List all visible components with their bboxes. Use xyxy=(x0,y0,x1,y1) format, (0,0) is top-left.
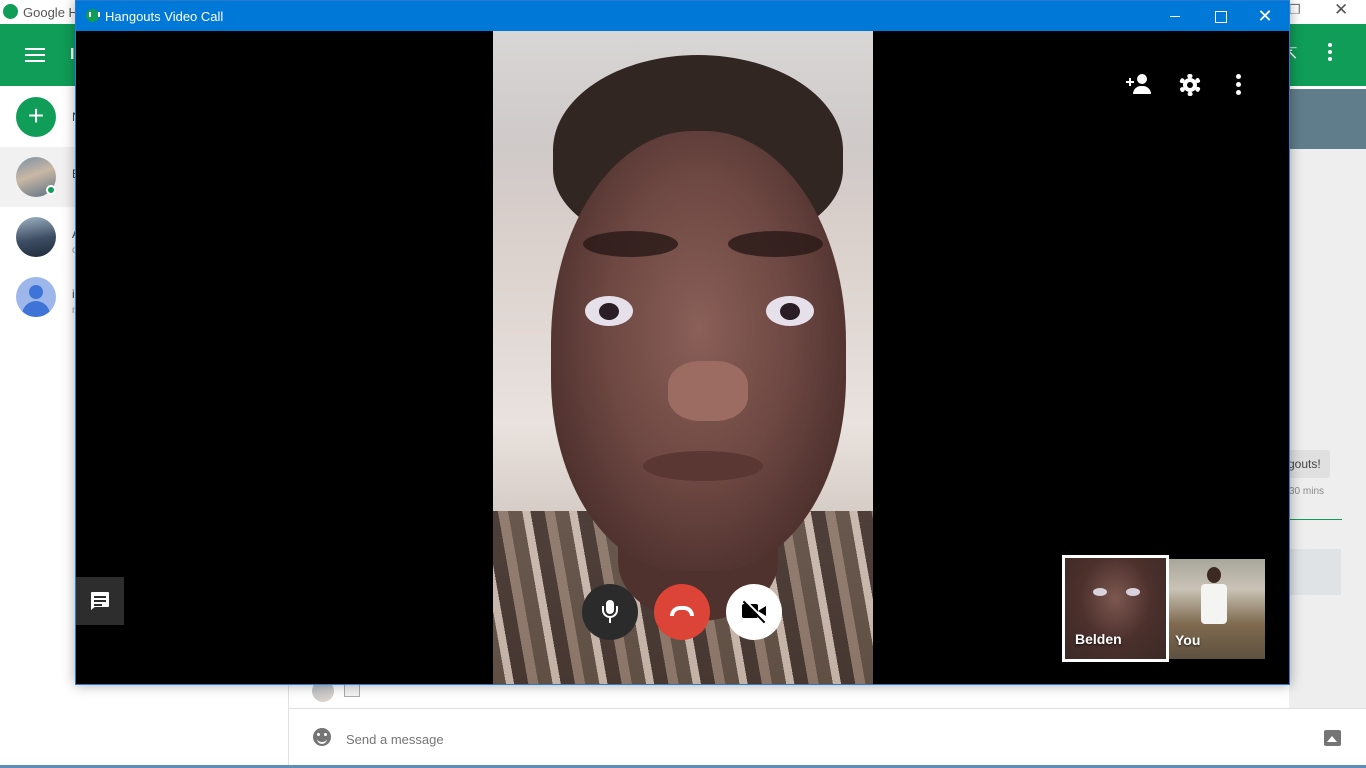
window-titlebar[interactable]: Hangouts Video Call ✕ xyxy=(76,1,1289,31)
video-brow xyxy=(728,231,823,257)
laptop-icon xyxy=(344,683,360,697)
hangup-icon xyxy=(670,606,694,616)
more-vert-icon[interactable] xyxy=(1224,71,1252,99)
video-eye xyxy=(766,296,814,326)
video-call-window: Hangouts Video Call ✕ Belden You xyxy=(75,0,1290,685)
restore-icon[interactable]: ❐ xyxy=(1289,2,1301,18)
image-icon[interactable] xyxy=(1324,730,1341,746)
emoji-icon[interactable] xyxy=(313,728,331,746)
video-brow xyxy=(583,231,678,257)
default-avatar-icon xyxy=(16,277,56,317)
self-thumbnail[interactable]: You xyxy=(1169,559,1265,659)
participant-thumbnail[interactable]: Belden xyxy=(1062,555,1169,662)
video-face xyxy=(551,131,846,571)
maximize-button[interactable] xyxy=(1197,1,1243,31)
hangouts-logo-icon xyxy=(86,9,100,22)
hang-up-button[interactable] xyxy=(654,584,710,640)
video-eye xyxy=(585,296,633,326)
toggle-video-button[interactable] xyxy=(726,584,782,640)
message-input[interactable] xyxy=(346,730,846,748)
close-button[interactable]: ✕ xyxy=(1242,1,1288,31)
mute-microphone-button[interactable] xyxy=(582,584,638,640)
minimize-button[interactable] xyxy=(1152,1,1198,31)
chat-header xyxy=(1289,89,1366,149)
video-stage: Belden You xyxy=(76,31,1289,684)
header-title: I xyxy=(70,46,75,63)
message-timestamp: 30 mins xyxy=(1289,486,1325,497)
participant-name: You xyxy=(1175,632,1201,648)
more-vert-icon[interactable] xyxy=(1323,43,1337,63)
close-icon[interactable]: ✕ xyxy=(1334,0,1348,20)
video-nose xyxy=(668,361,748,421)
add-person-icon[interactable] xyxy=(1126,71,1156,99)
participant-name: Belden xyxy=(1075,631,1122,647)
chat-toggle-button[interactable] xyxy=(76,577,124,625)
hamburger-menu-icon[interactable] xyxy=(25,48,45,62)
avatar xyxy=(16,217,56,257)
video-mouth xyxy=(643,451,763,481)
settings-icon[interactable] xyxy=(1176,71,1204,99)
new-conversation-button[interactable]: + xyxy=(16,97,56,137)
divider xyxy=(1289,519,1342,520)
app-title: Google H xyxy=(23,5,78,20)
message-card xyxy=(1289,549,1341,595)
chat-area xyxy=(1289,149,1366,709)
hangouts-logo-icon xyxy=(3,4,18,19)
window-title: Hangouts Video Call xyxy=(105,9,224,24)
online-indicator xyxy=(46,185,56,195)
